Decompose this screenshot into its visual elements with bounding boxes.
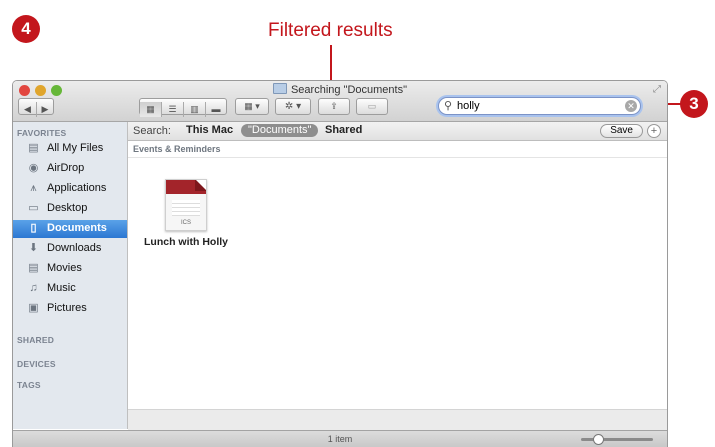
- scope-label: Search:: [133, 125, 171, 137]
- list-view-icon[interactable]: ☰: [162, 102, 184, 117]
- finder-window: Searching "Documents" ⤢ ◀ ▶ ▦ ☰ ▥ ▬ ▦ ▾ ✲ ▾ …: [12, 80, 668, 447]
- icon-size-slider[interactable]: [581, 434, 653, 445]
- all-files-icon: ▤: [28, 142, 39, 154]
- scope-this-mac[interactable]: This Mac: [179, 124, 240, 137]
- sidebar-item-downloads[interactable]: ⬇ Downloads: [13, 240, 127, 258]
- pictures-icon: ▣: [28, 302, 39, 314]
- music-icon: ♫: [29, 282, 38, 294]
- sidebar-item-applications[interactable]: ⩚ Applications: [13, 180, 127, 198]
- callout-step-3: 3: [680, 90, 708, 118]
- desktop-icon: ▭: [28, 202, 39, 214]
- search-input[interactable]: [457, 99, 617, 113]
- add-criteria-button[interactable]: +: [647, 124, 661, 138]
- gear-icon: ✲ ▾: [284, 101, 302, 112]
- content-footer-area: [128, 409, 667, 430]
- sidebar-item-desktop[interactable]: ▭ Desktop: [13, 200, 127, 218]
- callout-step-4: 4: [12, 15, 40, 43]
- folder-icon: [272, 83, 287, 94]
- column-view-icon[interactable]: ▥: [184, 102, 206, 117]
- back-arrow-icon[interactable]: ◀: [19, 102, 37, 117]
- search-field[interactable]: ⚲ ✕: [438, 97, 641, 115]
- action-button[interactable]: ✲ ▾: [275, 98, 311, 115]
- search-scope-bar: Search: This Mac "Documents" Shared Save…: [128, 122, 667, 141]
- sidebar-section-devices: DEVICES: [17, 359, 56, 369]
- back-forward-control: ◀ ▶: [18, 98, 54, 117]
- forward-arrow-icon[interactable]: ▶: [37, 102, 53, 117]
- view-mode-control: ▦ ☰ ▥ ▬: [139, 98, 227, 117]
- share-button[interactable]: ⇪: [318, 98, 350, 115]
- sidebar-section-favorites: FAVORITES: [17, 128, 67, 138]
- arrange-button[interactable]: ▦ ▾: [235, 98, 269, 115]
- applications-icon: ⩚: [30, 182, 37, 194]
- search-icon: ⚲: [444, 100, 453, 112]
- sidebar: FAVORITES ▤ All My Files ◉ AirDrop ⩚ Applic…: [13, 122, 128, 429]
- sidebar-item-airdrop[interactable]: ◉ AirDrop: [13, 160, 127, 178]
- scope-shared[interactable]: Shared: [318, 124, 369, 137]
- sidebar-section-shared: SHARED: [17, 335, 55, 345]
- calendar-document-icon: ICS: [165, 179, 207, 231]
- sidebar-item-documents[interactable]: ▯ Documents: [13, 220, 127, 238]
- doc-lines: [172, 200, 200, 216]
- title-bar: Searching "Documents" ⤢ ◀ ▶ ▦ ☰ ▥ ▬ ▦ ▾ ✲ ▾ …: [13, 81, 667, 122]
- doc-fold: [195, 180, 206, 191]
- sidebar-item-pictures[interactable]: ▣ Pictures: [13, 300, 127, 318]
- file-item[interactable]: ICS Lunch with Holly: [141, 179, 231, 248]
- results-group-header: Events & Reminders: [128, 141, 667, 158]
- documents-icon: ▯: [30, 222, 37, 234]
- share-icon: ⇪: [330, 101, 338, 111]
- airdrop-icon: ◉: [28, 162, 39, 174]
- sidebar-section-tags: TAGS: [17, 380, 41, 390]
- scope-documents[interactable]: "Documents": [241, 124, 319, 137]
- callout-filtered-results-label: Filtered results: [268, 20, 393, 41]
- window-title: Searching "Documents": [13, 83, 667, 96]
- tag-icon: ▭: [367, 101, 377, 111]
- item-count: 1 item: [327, 434, 353, 444]
- tag-button[interactable]: ▭: [356, 98, 388, 115]
- arrange-icon: ▦ ▾: [244, 101, 260, 111]
- clear-search-icon[interactable]: ✕: [625, 100, 637, 112]
- movies-icon: ▤: [28, 262, 39, 274]
- sidebar-item-movies[interactable]: ▤ Movies: [13, 260, 127, 278]
- icon-view-icon[interactable]: ▦: [140, 102, 162, 117]
- slider-knob[interactable]: [593, 434, 604, 445]
- sidebar-item-all-my-files[interactable]: ▤ All My Files: [13, 140, 127, 158]
- downloads-icon: ⬇: [28, 242, 39, 254]
- save-search-button[interactable]: Save: [600, 124, 643, 138]
- cover-flow-icon[interactable]: ▬: [206, 102, 226, 117]
- sidebar-item-music[interactable]: ♫ Music: [13, 280, 127, 298]
- status-bar: 1 item: [13, 430, 667, 447]
- file-extension: ICS: [180, 220, 191, 226]
- file-name: Lunch with Holly: [144, 236, 228, 248]
- fullscreen-icon[interactable]: ⤢: [653, 84, 661, 95]
